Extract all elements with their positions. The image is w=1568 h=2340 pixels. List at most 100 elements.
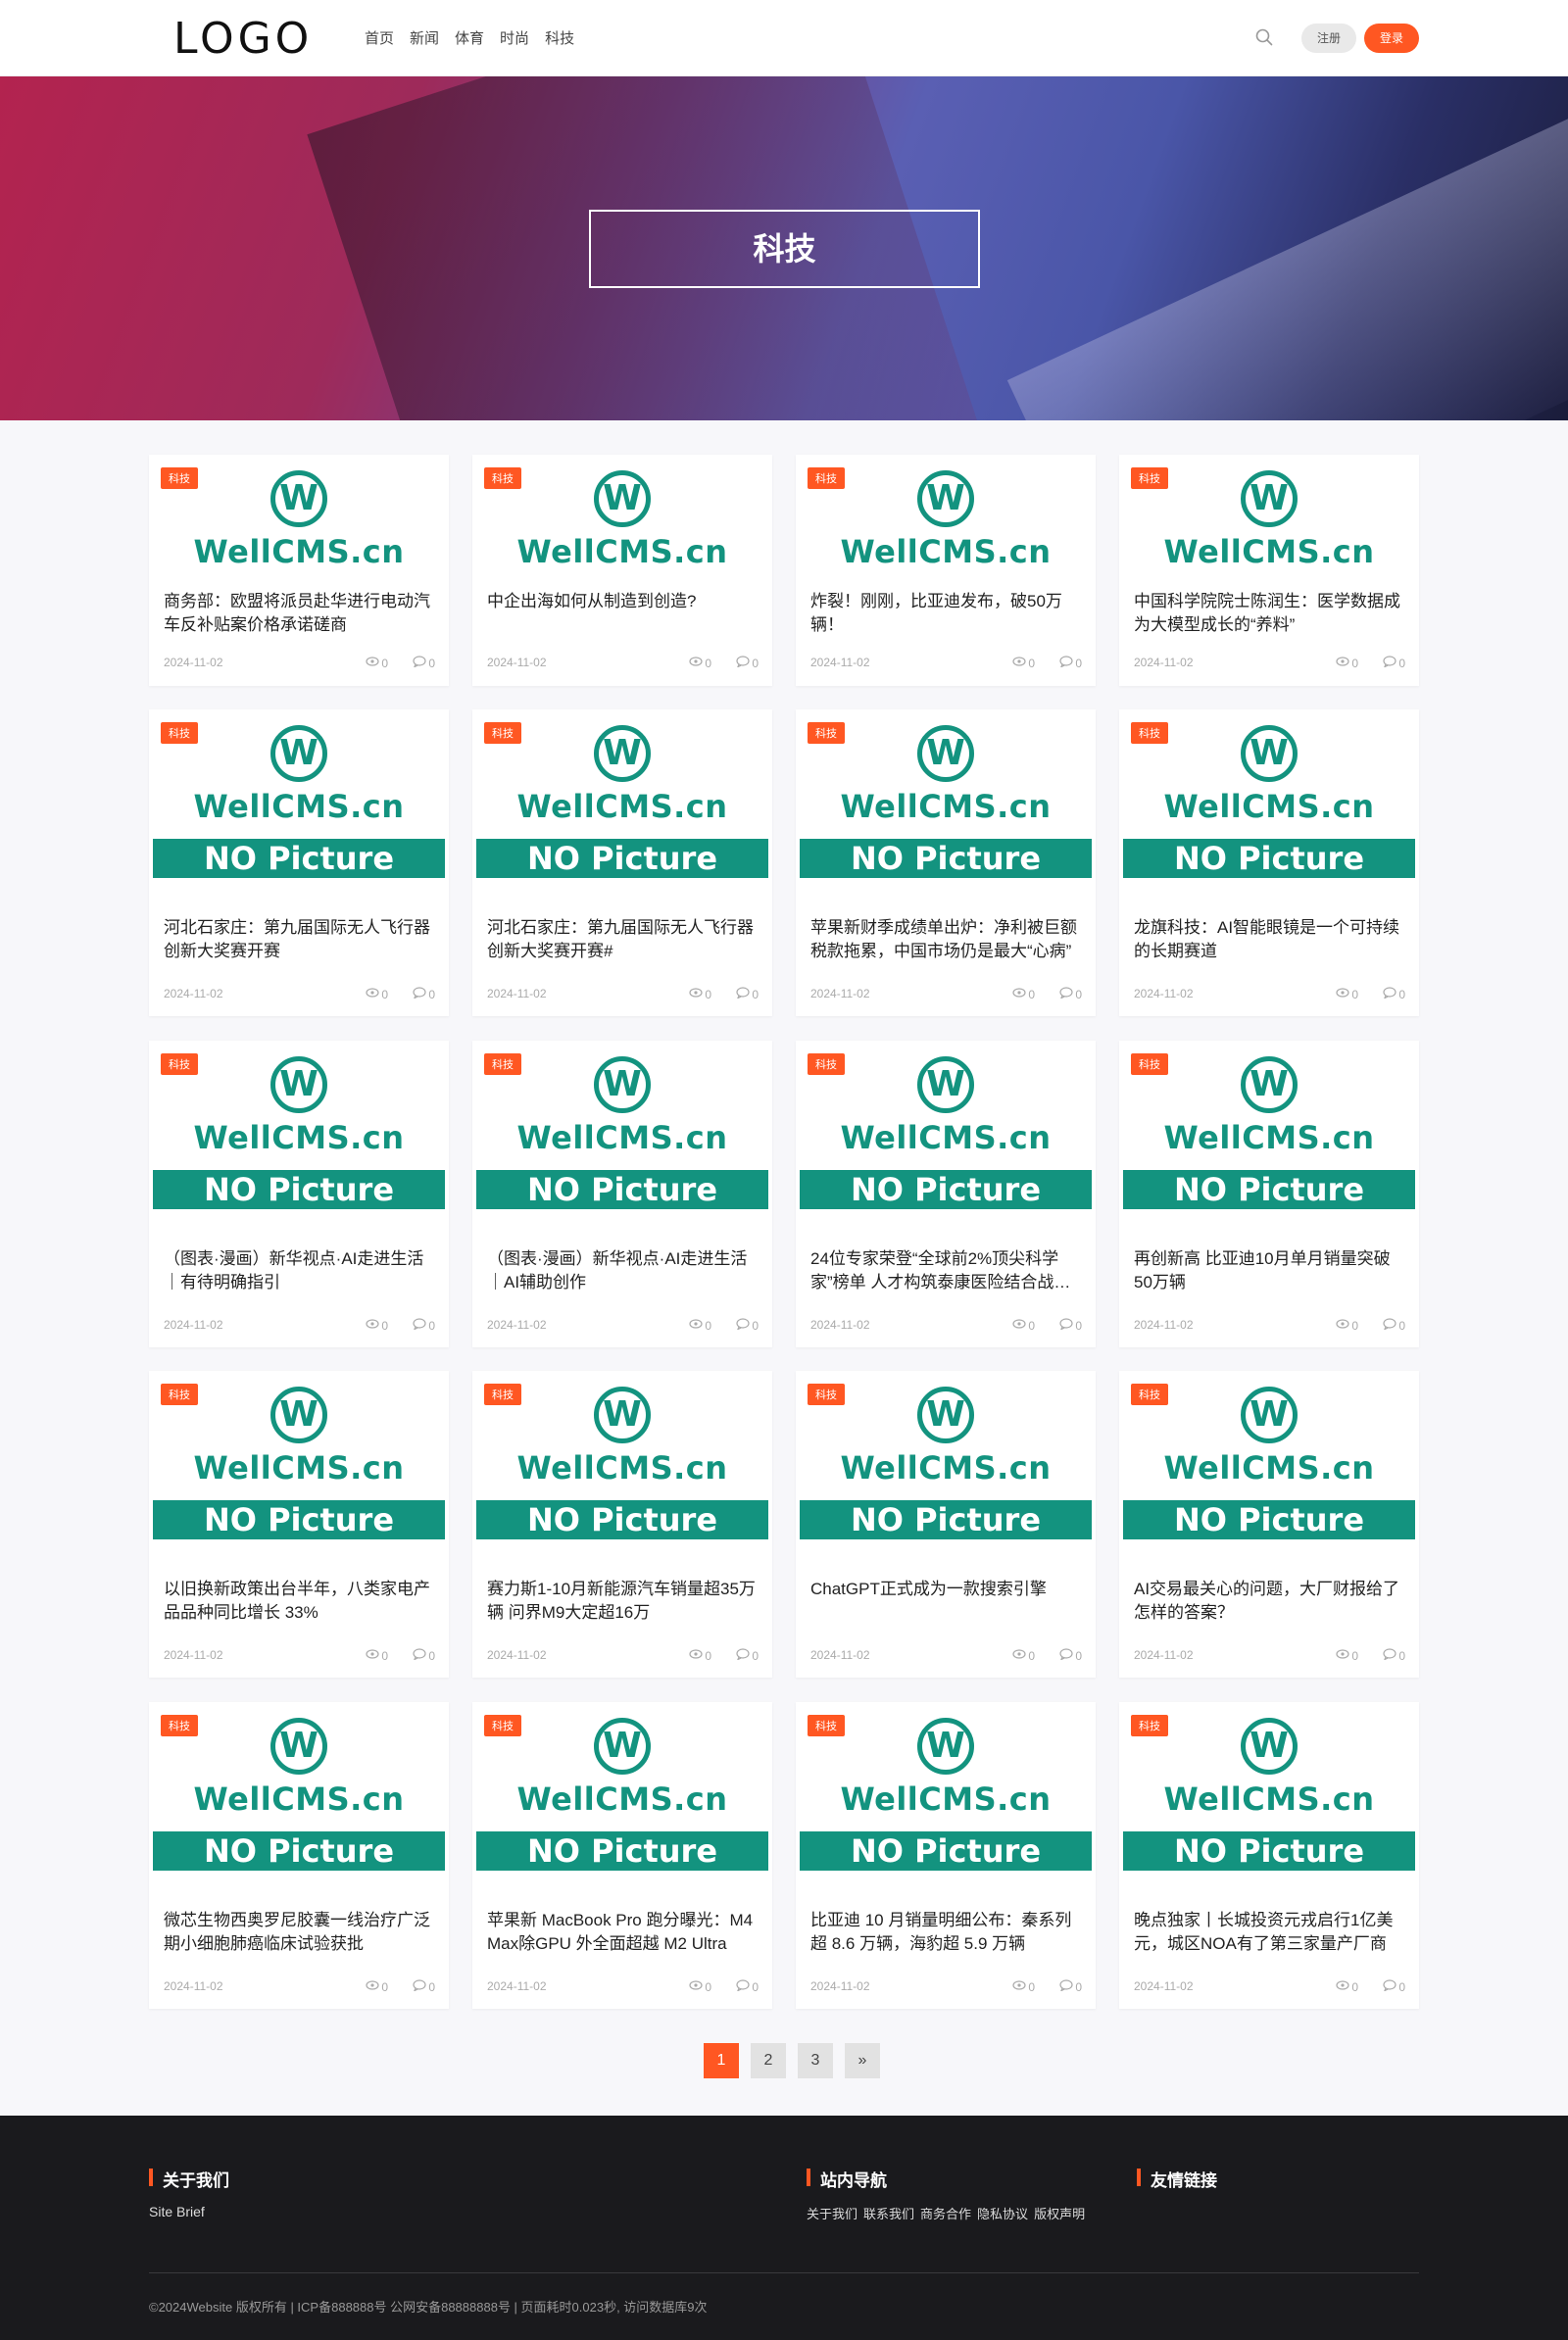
article-title[interactable]: 24位专家荣登“全球前2%顶尖科学家”榜单 人才构筑泰康医险结合战略护城河 [810, 1247, 1082, 1294]
category-badge[interactable]: 科技 [808, 467, 845, 489]
next-page-button[interactable]: » [845, 2043, 880, 2078]
article-title[interactable]: （图表·漫画）新华视点·AI走进生活｜有待明确指引 [164, 1247, 435, 1294]
category-badge[interactable]: 科技 [1131, 1384, 1168, 1405]
article-title[interactable]: 商务部：欧盟将派员赴华进行电动汽车反补贴案价格承诺磋商 [164, 590, 435, 637]
category-badge[interactable]: 科技 [1131, 722, 1168, 744]
site-logo[interactable]: LOGO [173, 14, 313, 64]
view-count-value: 0 [1028, 1979, 1035, 1994]
footer-link-privacy[interactable]: 隐私协议 [977, 2204, 1028, 2222]
article-card[interactable]: W WellCMS.cn NO Picture 科技 再创新高 比亚迪10月单月销量突破… [1119, 1041, 1419, 1347]
nav-item-news[interactable]: 新闻 [410, 27, 439, 48]
article-card[interactable]: W WellCMS.cn NO Picture 科技 AI交易最关心的问题，大厂财报给了… [1119, 1371, 1419, 1678]
article-title[interactable]: 中国科学院院士陈润生：医学数据成为大模型成长的“养料” [1134, 590, 1405, 637]
article-card[interactable]: W WellCMS.cn NO Picture 科技 苹果新 MacBook Pro 跑… [472, 1702, 772, 2009]
article-card[interactable]: W WellCMS.cn 科技 炸裂！刚刚，比亚迪发布，破50万辆！ 2024-11-0… [796, 455, 1096, 686]
article-card[interactable]: W WellCMS.cn 科技 中企出海如何从制造到创造? 2024-11-02 0 0 [472, 455, 772, 686]
article-title[interactable]: 炸裂！刚刚，比亚迪发布，破50万辆！ [810, 590, 1082, 637]
category-badge[interactable]: 科技 [808, 722, 845, 744]
view-count-value: 0 [1028, 656, 1035, 670]
wellcms-logo-icon: W [917, 470, 974, 527]
category-badge[interactable]: 科技 [808, 1053, 845, 1075]
nav-item-tech[interactable]: 科技 [545, 27, 574, 48]
category-badge[interactable]: 科技 [484, 722, 521, 744]
article-title[interactable]: 再创新高 比亚迪10月单月销量突破50万辆 [1134, 1247, 1405, 1294]
article-title[interactable]: AI交易最关心的问题，大厂财报给了怎样的答案？ [1134, 1578, 1405, 1625]
category-badge[interactable]: 科技 [808, 1384, 845, 1405]
article-card[interactable]: W WellCMS.cn NO Picture 科技 河北石家庄：第九届国际无人飞行器创… [149, 709, 449, 1016]
article-title[interactable]: 苹果新 MacBook Pro 跑分曝光：M4 Max除GPU 外全面超越 M2… [487, 1909, 759, 1956]
category-badge[interactable]: 科技 [161, 722, 198, 744]
pagination: 1 2 3 » [704, 2043, 880, 2078]
article-card[interactable]: W WellCMS.cn NO Picture 科技 比亚迪 10 月销量明细公布：秦系… [796, 1702, 1096, 2009]
article-title[interactable]: 河北石家庄：第九届国际无人飞行器创新大奖赛开赛# [487, 916, 759, 963]
placeholder-brand-text: WellCMS.cn [193, 533, 405, 570]
article-title[interactable]: 河北石家庄：第九届国际无人飞行器创新大奖赛开赛 [164, 916, 435, 963]
category-badge[interactable]: 科技 [484, 1715, 521, 1736]
login-button[interactable]: 登录 [1364, 24, 1419, 53]
article-title[interactable]: 赛力斯1-10月新能源汽车销量超35万辆 问界M9大定超16万 [487, 1578, 759, 1625]
article-card[interactable]: W WellCMS.cn 科技 商务部：欧盟将派员赴华进行电动汽车反补贴案价格承诺磋商… [149, 455, 449, 686]
article-card[interactable]: W WellCMS.cn 科技 中国科学院院士陈润生：医学数据成为大模型成长的“养料”… [1119, 455, 1419, 686]
article-title[interactable]: 比亚迪 10 月销量明细公布：秦系列超 8.6 万辆，海豹超 5.9 万辆 [810, 1909, 1082, 1956]
category-badge[interactable]: 科技 [161, 1715, 198, 1736]
category-badge[interactable]: 科技 [1131, 1715, 1168, 1736]
article-card[interactable]: W WellCMS.cn NO Picture 科技 龙旗科技：AI智能眼镜是一个可持续… [1119, 709, 1419, 1016]
article-card[interactable]: W WellCMS.cn NO Picture 科技 （图表·漫画）新华视点·AI走进生… [149, 1041, 449, 1347]
article-card[interactable]: W WellCMS.cn NO Picture 科技 晚点独家丨长城投资元戎启行1亿美元… [1119, 1702, 1419, 2009]
view-count: 0 [1336, 656, 1358, 670]
page-3-button[interactable]: 3 [798, 2043, 833, 2078]
wellcms-logo-icon: W [270, 1056, 327, 1113]
article-card[interactable]: W WellCMS.cn NO Picture 科技 微芯生物西奥罗尼胶囊一线治疗广泛期… [149, 1702, 449, 2009]
article-title[interactable]: （图表·漫画）新华视点·AI走进生活｜AI辅助创作 [487, 1247, 759, 1294]
wellcms-logo-icon: W [270, 1718, 327, 1775]
footer-link-about[interactable]: 关于我们 [807, 2204, 858, 2222]
comment-icon [1383, 656, 1396, 670]
article-card[interactable]: W WellCMS.cn NO Picture 科技 河北石家庄：第九届国际无人飞行器创… [472, 709, 772, 1016]
article-card[interactable]: W WellCMS.cn NO Picture 科技 24位专家荣登“全球前2%顶尖科学… [796, 1041, 1096, 1347]
view-count-value: 0 [705, 1318, 711, 1333]
article-title[interactable]: 微芯生物西奥罗尼胶囊一线治疗广泛期小细胞肺癌临床试验获批 [164, 1909, 435, 1956]
comment-count-value: 0 [1398, 1318, 1405, 1333]
category-badge[interactable]: 科技 [1131, 467, 1168, 489]
eye-icon [1012, 1979, 1026, 1994]
category-badge[interactable]: 科技 [161, 467, 198, 489]
category-badge[interactable]: 科技 [808, 1715, 845, 1736]
article-title[interactable]: ChatGPT正式成为一款搜索引擎 [810, 1578, 1082, 1601]
nav-item-sports[interactable]: 体育 [455, 27, 484, 48]
search-icon[interactable] [1254, 27, 1274, 47]
comment-count: 0 [1059, 1318, 1082, 1333]
article-date: 2024-11-02 [487, 1979, 547, 1993]
nav-item-home[interactable]: 首页 [365, 27, 394, 48]
footer-link-contact[interactable]: 联系我们 [863, 2204, 914, 2222]
article-title[interactable]: 苹果新财季成绩单出炉：净利被巨额税款拖累，中国市场仍是最大“心病” [810, 916, 1082, 963]
category-badge[interactable]: 科技 [484, 1384, 521, 1405]
article-title[interactable]: 以旧换新政策出台半年，八类家电产品品种同比增长 33% [164, 1578, 435, 1625]
view-count-value: 0 [1028, 1318, 1035, 1333]
wellcms-logo-icon: W [594, 725, 651, 782]
article-card[interactable]: W WellCMS.cn NO Picture 科技 以旧换新政策出台半年，八类家电产品… [149, 1371, 449, 1678]
placeholder-brand-text: WellCMS.cn [1163, 1119, 1375, 1156]
footer-link-business[interactable]: 商务合作 [920, 2204, 971, 2222]
category-badge[interactable]: 科技 [161, 1053, 198, 1075]
category-badge[interactable]: 科技 [484, 467, 521, 489]
article-card[interactable]: W WellCMS.cn NO Picture 科技 ChatGPT正式成为一款搜索引擎… [796, 1371, 1096, 1678]
footer-link-copyright[interactable]: 版权声明 [1034, 2204, 1085, 2222]
register-button[interactable]: 注册 [1301, 24, 1356, 53]
comment-count: 0 [413, 1318, 435, 1333]
site-footer: 关于我们 Site Brief 站内导航 关于我们 联系我们 商务合作 隐私协议… [0, 2116, 1568, 2340]
category-badge[interactable]: 科技 [1131, 1053, 1168, 1075]
comment-count-value: 0 [428, 1979, 435, 1994]
article-meta: 2024-11-02 0 0 [810, 1979, 1082, 1995]
nav-item-fashion[interactable]: 时尚 [500, 27, 529, 48]
article-title[interactable]: 晚点独家丨长城投资元戎启行1亿美元，城区NOA有了第三家量产厂商 [1134, 1909, 1405, 1956]
article-card[interactable]: W WellCMS.cn NO Picture 科技 赛力斯1-10月新能源汽车销量超3… [472, 1371, 772, 1678]
article-title[interactable]: 中企出海如何从制造到创造? [487, 590, 759, 613]
article-title[interactable]: 龙旗科技：AI智能眼镜是一个可持续的长期赛道 [1134, 916, 1405, 963]
article-card[interactable]: W WellCMS.cn NO Picture 科技 苹果新财季成绩单出炉：净利被巨额税… [796, 709, 1096, 1016]
comment-icon [1383, 1318, 1396, 1333]
article-card[interactable]: W WellCMS.cn NO Picture 科技 （图表·漫画）新华视点·AI走进生… [472, 1041, 772, 1347]
page-2-button[interactable]: 2 [751, 2043, 786, 2078]
category-badge[interactable]: 科技 [161, 1384, 198, 1405]
category-badge[interactable]: 科技 [484, 1053, 521, 1075]
page-1-button[interactable]: 1 [704, 2043, 739, 2078]
